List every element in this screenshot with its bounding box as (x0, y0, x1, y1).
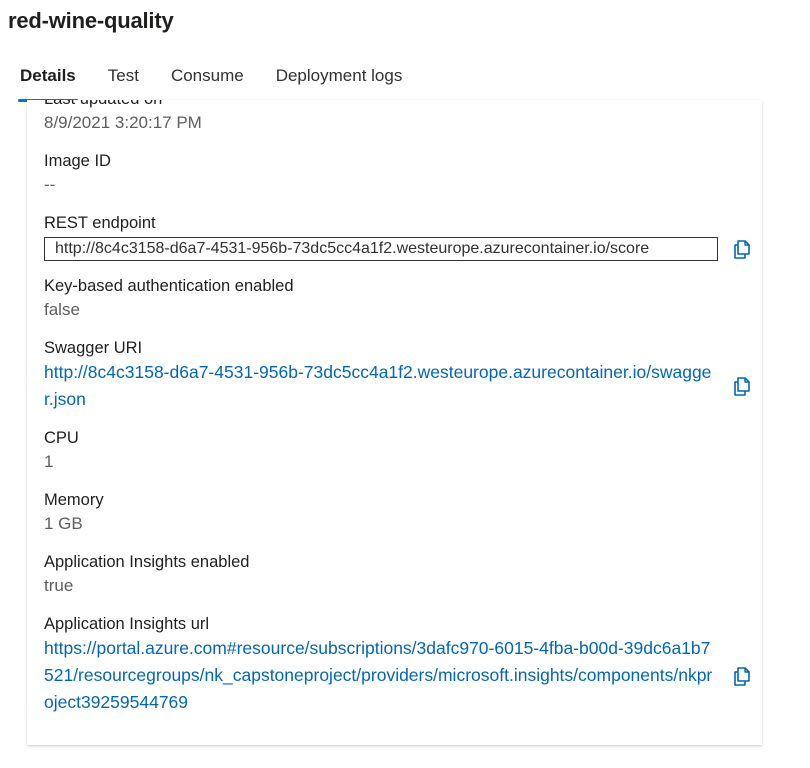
image-id-value: -- (44, 175, 56, 194)
tab-consume[interactable]: Consume (161, 60, 254, 92)
cpu-label: CPU (44, 429, 79, 447)
last-updated-value: 8/9/2021 3:20:17 PM (44, 113, 202, 132)
image-id-label: Image ID (44, 152, 111, 170)
app-insights-enabled-label: Application Insights enabled (44, 553, 250, 571)
field-swagger-uri: Swagger URI http://8c4c3158-d6a7-4531-95… (44, 337, 754, 413)
swagger-uri-label: Swagger URI (44, 339, 143, 357)
memory-value: 1 GB (44, 514, 83, 533)
swagger-uri-link[interactable]: http://8c4c3158-d6a7-4531-956b-73dc5cc4a… (44, 359, 718, 413)
copy-icon[interactable] (732, 665, 754, 687)
app-insights-url-label: Application Insights url (44, 615, 210, 633)
field-app-insights-url: Application Insights url https://portal.… (44, 613, 754, 716)
field-app-insights-enabled: Application Insights enabled true (44, 551, 754, 599)
app-insights-url-row: https://portal.azure.com#resource/subscr… (44, 635, 754, 716)
rest-endpoint-field[interactable]: http://8c4c3158-d6a7-4531-956b-73dc5cc4a… (44, 237, 718, 261)
rest-endpoint-row: http://8c4c3158-d6a7-4531-956b-73dc5cc4a… (44, 237, 754, 261)
app-insights-enabled-value: true (44, 576, 74, 595)
field-image-id: Image ID -- (44, 150, 754, 198)
key-auth-value: false (44, 300, 80, 319)
field-last-updated: Last updated on 8/9/2021 3:20:17 PM (44, 100, 754, 136)
tab-deployment-logs[interactable]: Deployment logs (266, 60, 413, 92)
field-rest-endpoint: REST endpoint http://8c4c3158-d6a7-4531-… (44, 212, 754, 261)
swagger-uri-row: http://8c4c3158-d6a7-4531-956b-73dc5cc4a… (44, 359, 754, 413)
details-card: Last updated on 8/9/2021 3:20:17 PM Imag… (27, 100, 762, 745)
page-title: red-wine-quality (8, 8, 174, 33)
field-cpu: CPU 1 (44, 427, 754, 475)
tab-test[interactable]: Test (98, 60, 149, 92)
details-scroll-content: Last updated on 8/9/2021 3:20:17 PM Imag… (44, 100, 754, 730)
field-memory: Memory 1 GB (44, 489, 754, 537)
cpu-value: 1 (44, 452, 54, 471)
key-auth-label: Key-based authentication enabled (44, 277, 294, 295)
tab-details[interactable]: Details (10, 60, 86, 102)
last-updated-label: Last updated on (44, 100, 754, 110)
memory-label: Memory (44, 491, 104, 509)
app-insights-url-link[interactable]: https://portal.azure.com#resource/subscr… (44, 635, 718, 716)
copy-icon[interactable] (732, 375, 754, 397)
tab-bar: Details Test Consume Deployment logs (10, 60, 424, 102)
copy-icon[interactable] (732, 238, 754, 260)
rest-endpoint-label: REST endpoint (44, 214, 156, 232)
field-key-auth: Key-based authentication enabled false (44, 275, 754, 323)
